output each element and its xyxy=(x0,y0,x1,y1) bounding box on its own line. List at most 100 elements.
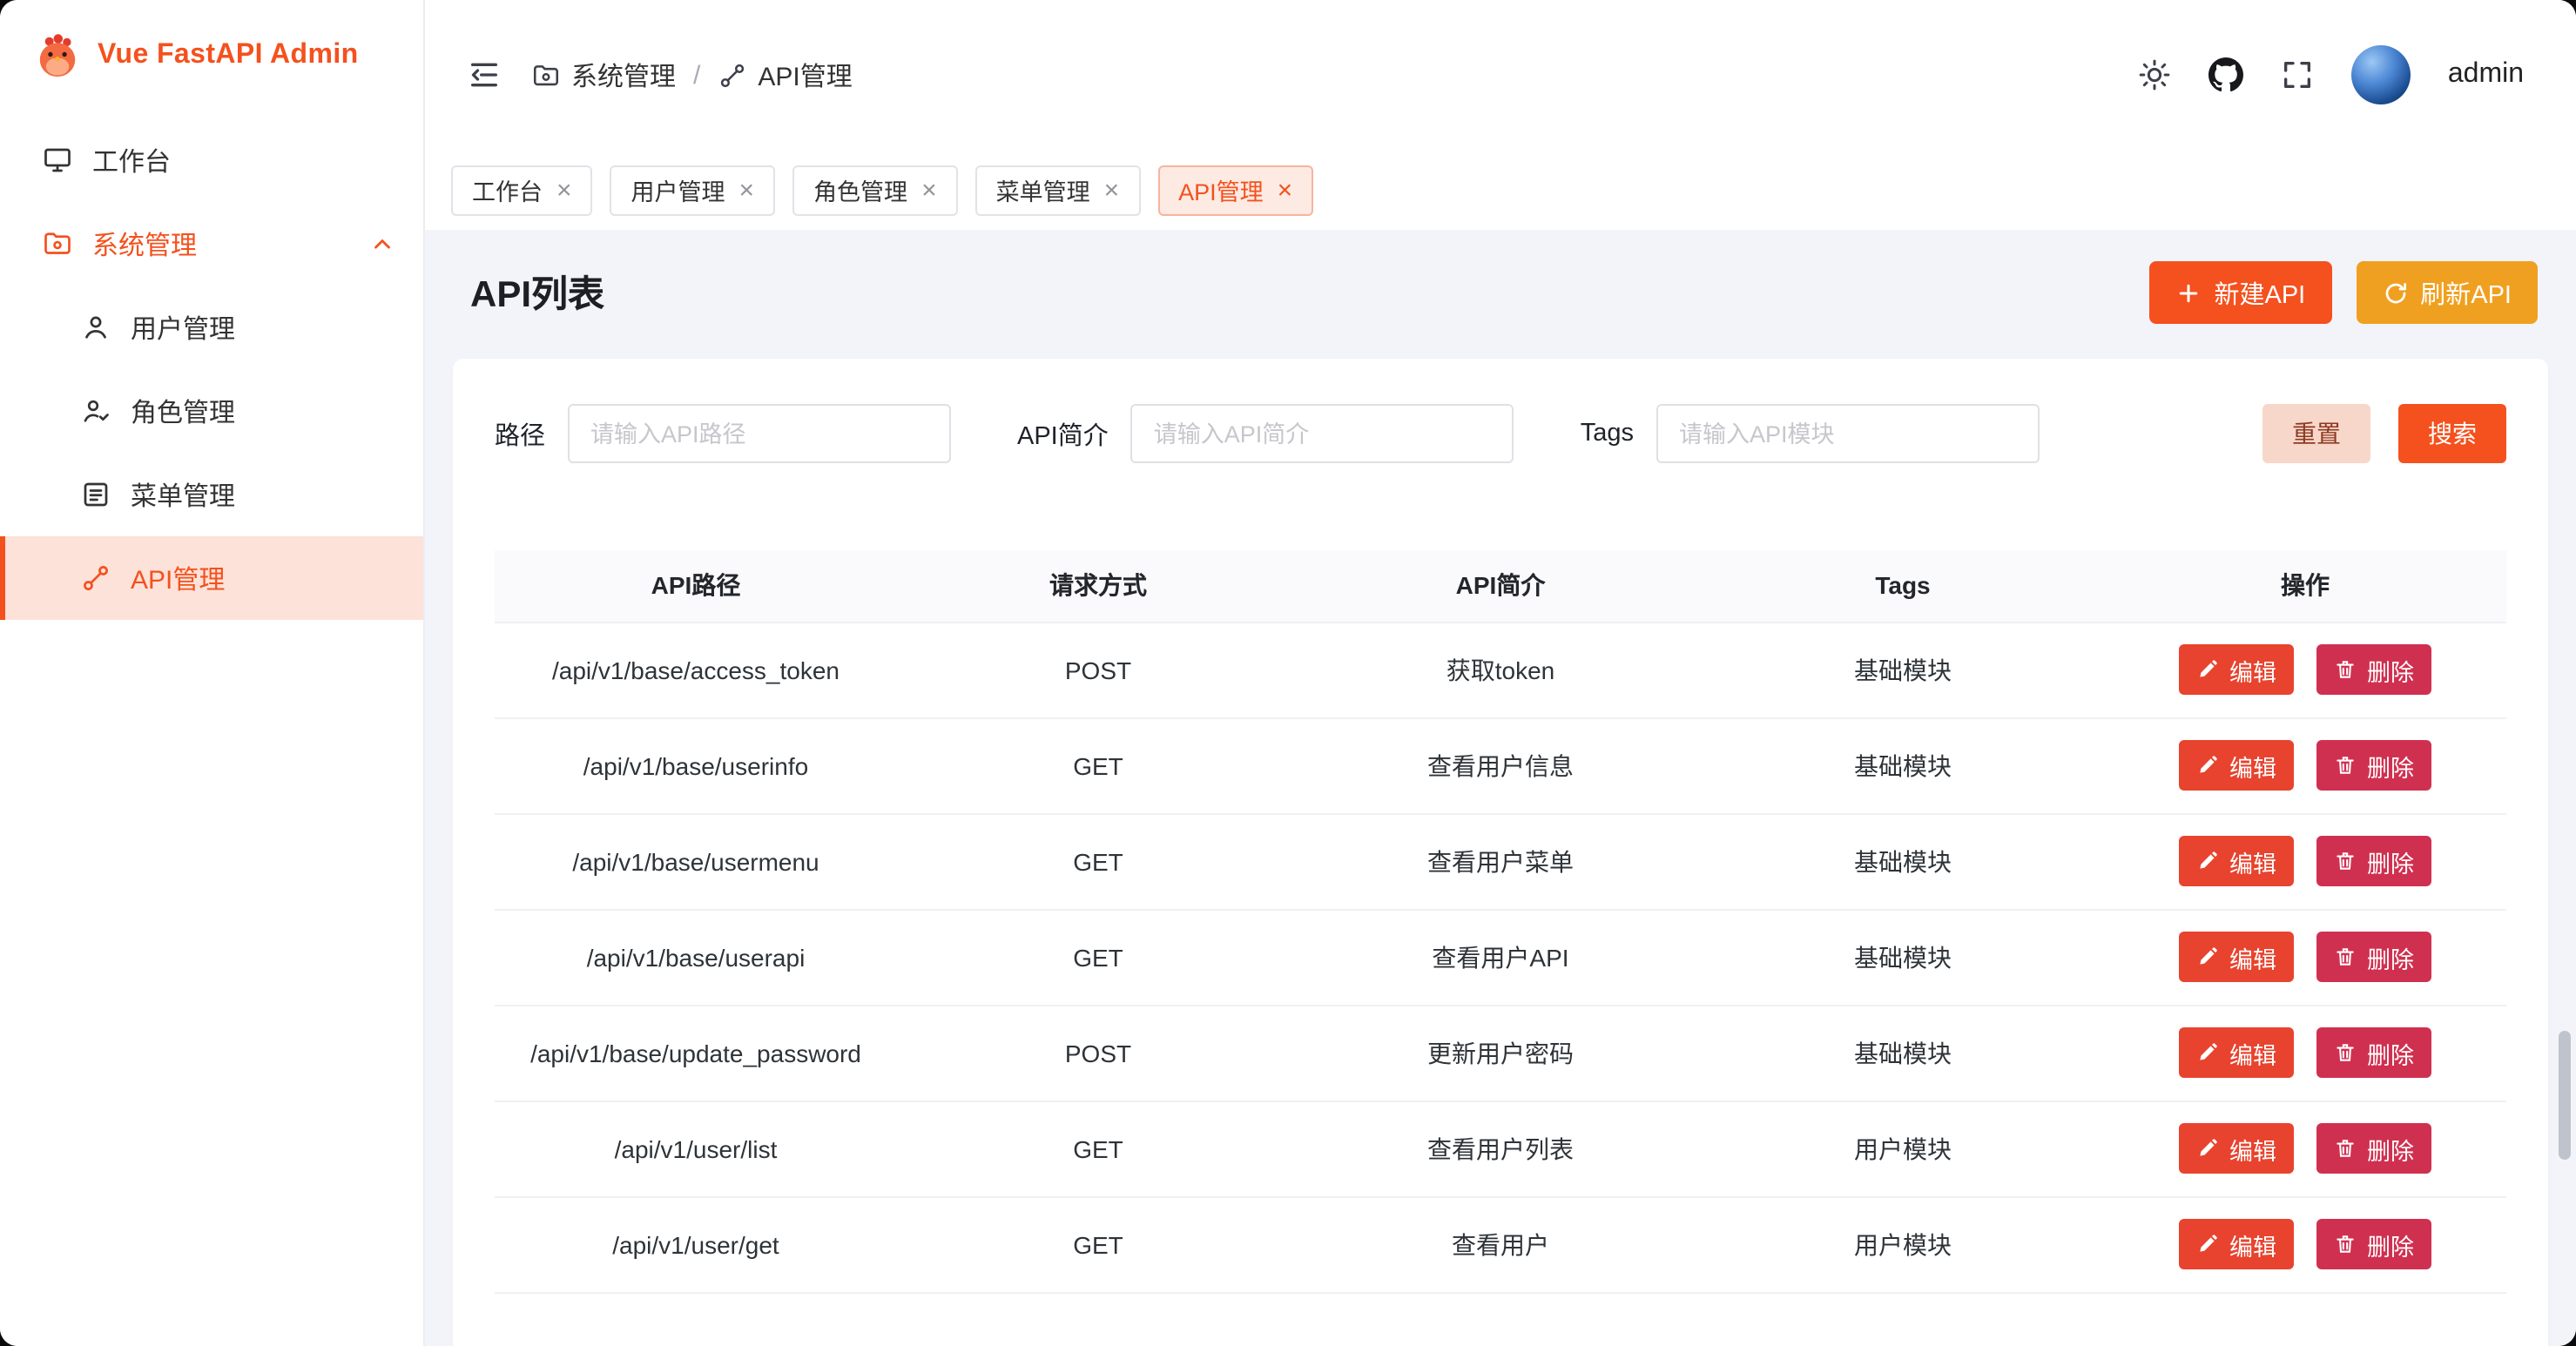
sidebar-item-label: 用户管理 xyxy=(131,309,235,346)
close-icon[interactable]: × xyxy=(1278,177,1293,203)
table-row: /api/v1/base/update_password POST 更新用户密码… xyxy=(495,1005,2506,1100)
search-button[interactable]: 搜索 xyxy=(2398,404,2506,463)
reset-button[interactable]: 重置 xyxy=(2262,404,2370,463)
github-icon[interactable] xyxy=(2209,57,2244,92)
sidebar-item-api[interactable]: API管理 xyxy=(0,536,423,620)
summary-cell: 获取token xyxy=(1299,622,1702,717)
path-filter-label: 路径 xyxy=(495,415,545,452)
api-path-cell: /api/v1/base/usermenu xyxy=(495,813,897,909)
api-path-cell: /api/v1/base/access_token xyxy=(495,622,897,717)
sidebar-item-label: API管理 xyxy=(131,560,225,596)
edit-button[interactable]: 编辑 xyxy=(2179,836,2294,886)
api-icon xyxy=(80,562,111,594)
page-content: API列表 新建API 刷新API xyxy=(425,230,2576,1346)
breadcrumb-item-system[interactable]: 系统管理 xyxy=(531,57,676,93)
breadcrumb-label: 系统管理 xyxy=(571,57,676,93)
api-path-cell: /api/v1/user/list xyxy=(495,1100,897,1196)
close-icon[interactable]: × xyxy=(921,177,937,203)
header: 系统管理 / API管理 xyxy=(425,0,2576,150)
summary-input[interactable] xyxy=(1131,404,1514,463)
delete-button[interactable]: 删除 xyxy=(2316,740,2431,791)
sidebar-item-system[interactable]: 系统管理 xyxy=(0,202,423,286)
main-area: 系统管理 / API管理 xyxy=(425,0,2576,1346)
tab-label: 菜单管理 xyxy=(996,172,1090,207)
tab-menus[interactable]: 菜单管理 × xyxy=(975,165,1141,215)
create-api-label: 新建API xyxy=(2215,274,2306,311)
tab-api[interactable]: API管理 × xyxy=(1157,165,1313,215)
delete-button[interactable]: 删除 xyxy=(2316,1027,2431,1078)
chevron-up-icon xyxy=(369,231,395,257)
table-row: /api/v1/base/access_token POST 获取token 基… xyxy=(495,622,2506,717)
summary-cell: 更新用户密码 xyxy=(1299,1005,1702,1100)
sidebar-item-roles[interactable]: 角色管理 xyxy=(0,369,423,453)
delete-button[interactable]: 删除 xyxy=(2316,836,2431,886)
close-icon[interactable]: × xyxy=(1104,177,1120,203)
method-cell: GET xyxy=(897,1196,1299,1292)
tab-workbench[interactable]: 工作台 × xyxy=(451,165,593,215)
edit-button[interactable]: 编辑 xyxy=(2179,932,2294,982)
fullscreen-icon[interactable] xyxy=(2281,57,2316,92)
column-header-tags: Tags xyxy=(1702,550,2104,622)
delete-button[interactable]: 删除 xyxy=(2316,1123,2431,1174)
edit-button[interactable]: 编辑 xyxy=(2179,740,2294,791)
table-row: /api/v1/user/list GET 查看用户列表 用户模块 编辑 xyxy=(495,1100,2506,1196)
theme-sun-icon[interactable] xyxy=(2138,57,2173,92)
logo[interactable]: Vue FastAPI Admin xyxy=(0,0,423,111)
trash-icon xyxy=(2334,1233,2357,1255)
actions-cell: 编辑 删除 xyxy=(2104,1196,2506,1292)
summary-filter-label: API简介 xyxy=(1017,415,1109,452)
table-row: /api/v1/user/get GET 查看用户 用户模块 编辑 xyxy=(495,1196,2506,1292)
edit-button[interactable]: 编辑 xyxy=(2179,1219,2294,1269)
app-window: Vue FastAPI Admin 工作台 系统管理 xyxy=(0,0,2576,1346)
tags-cell: 基础模块 xyxy=(1702,813,2104,909)
edit-button[interactable]: 编辑 xyxy=(2179,1027,2294,1078)
tags-cell: 基础模块 xyxy=(1702,717,2104,813)
collapse-sidebar-icon[interactable] xyxy=(467,57,502,92)
delete-button[interactable]: 删除 xyxy=(2316,644,2431,695)
method-cell: POST xyxy=(897,622,1299,717)
tab-label: 用户管理 xyxy=(631,172,725,207)
actions-cell: 编辑 删除 xyxy=(2104,717,2506,813)
breadcrumb-item-api[interactable]: API管理 xyxy=(718,57,852,93)
trash-icon xyxy=(2334,1041,2357,1064)
method-cell: POST xyxy=(897,1005,1299,1100)
tags-cell: 基础模块 xyxy=(1702,622,2104,717)
sidebar-item-users[interactable]: 用户管理 xyxy=(0,286,423,369)
sidebar-item-label: 菜单管理 xyxy=(131,476,235,513)
api-path-cell: /api/v1/base/userinfo xyxy=(495,717,897,813)
delete-button[interactable]: 删除 xyxy=(2316,1219,2431,1269)
username[interactable]: admin xyxy=(2448,59,2524,91)
create-api-button[interactable]: 新建API xyxy=(2150,261,2332,324)
actions-cell: 编辑 删除 xyxy=(2104,1100,2506,1196)
sidebar-item-menus[interactable]: 菜单管理 xyxy=(0,453,423,536)
tags-filter-label: Tags xyxy=(1581,420,1634,448)
edit-button[interactable]: 编辑 xyxy=(2179,1123,2294,1174)
delete-button[interactable]: 删除 xyxy=(2316,932,2431,982)
path-input[interactable] xyxy=(568,404,951,463)
page-scrollbar[interactable] xyxy=(2559,1031,2571,1160)
tab-roles[interactable]: 角色管理 × xyxy=(792,165,958,215)
refresh-api-button[interactable]: 刷新API xyxy=(2356,261,2538,324)
close-icon[interactable]: × xyxy=(556,177,572,203)
pencil-icon xyxy=(2196,850,2219,872)
pencil-icon xyxy=(2196,754,2219,777)
actions-cell: 编辑 删除 xyxy=(2104,813,2506,909)
tab-bar: 工作台 × 用户管理 × 角色管理 × 菜单管理 × API管理 × xyxy=(425,150,2576,230)
refresh-icon xyxy=(2382,279,2408,306)
page-title: API列表 xyxy=(470,266,604,319)
actions-cell: 编辑 删除 xyxy=(2104,909,2506,1005)
tags-cell: 用户模块 xyxy=(1702,1100,2104,1196)
summary-cell: 查看用户API xyxy=(1299,909,1702,1005)
edit-button[interactable]: 编辑 xyxy=(2179,644,2294,695)
user-avatar[interactable] xyxy=(2352,45,2411,104)
tab-label: 角色管理 xyxy=(813,172,907,207)
tab-users[interactable]: 用户管理 × xyxy=(610,165,776,215)
pencil-icon xyxy=(2196,658,2219,681)
tags-input[interactable] xyxy=(1656,404,2040,463)
sidebar-item-workbench[interactable]: 工作台 xyxy=(0,118,423,202)
pencil-icon xyxy=(2196,1137,2219,1160)
method-cell: GET xyxy=(897,1100,1299,1196)
tab-label: 工作台 xyxy=(472,172,543,207)
close-icon[interactable]: × xyxy=(739,177,755,203)
tags-cell: 用户模块 xyxy=(1702,1196,2104,1292)
